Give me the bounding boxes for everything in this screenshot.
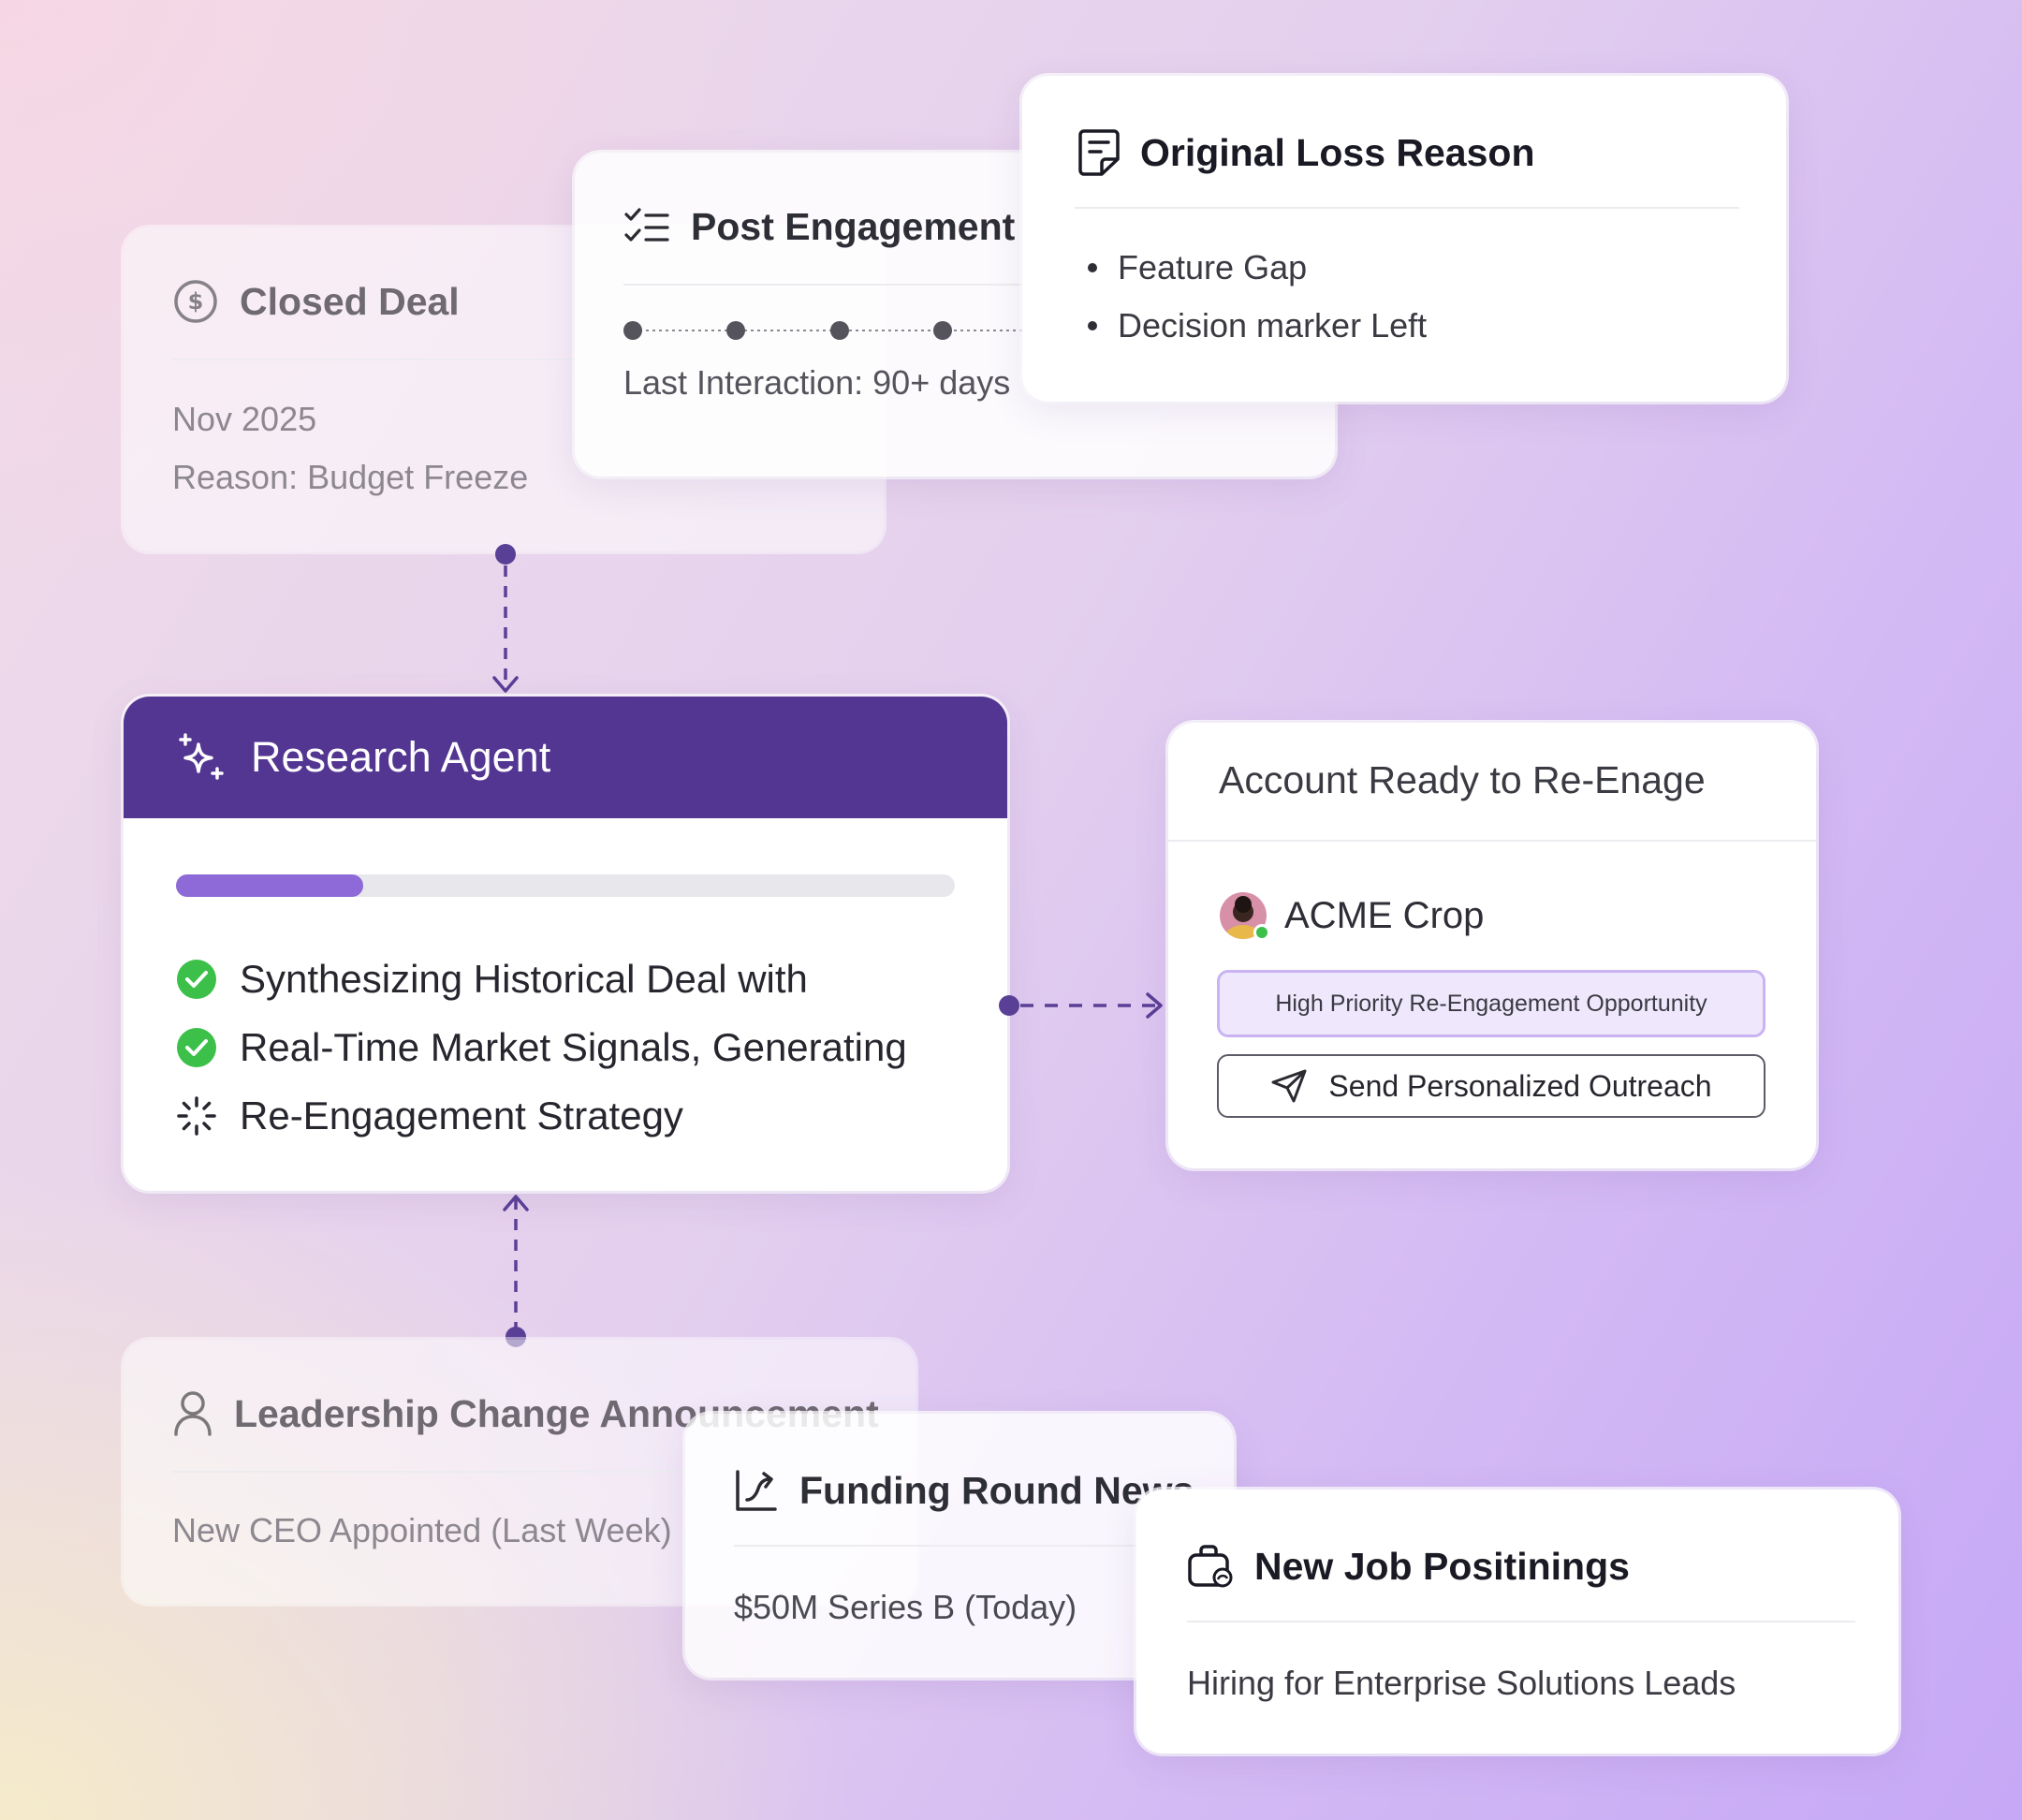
leadership-detail: New CEO Appointed (Last Week) [172,1511,672,1549]
loss-reason-header: Original Loss Reason [1078,128,1535,177]
note-icon [1078,128,1120,177]
jobs-card: New Job Positinings Hiring for Enterpris… [1136,1490,1898,1754]
user-icon [172,1390,213,1437]
research-progress-track [176,874,955,897]
account-divider [1168,840,1816,842]
closed-deal-title: Closed Deal [240,279,460,323]
account-company: ACME Crop [1284,894,1485,936]
timeline-dot [623,321,642,340]
connector-up-arrow [497,1191,535,1359]
loss-reason-text: Feature Gap [1118,248,1308,286]
briefcase-icon [1187,1544,1234,1589]
jobs-divider [1187,1621,1855,1622]
research-step: Re-Engagement Strategy [176,1093,683,1138]
last-interaction-text: Last Interaction: 90+ days [623,363,1011,402]
send-outreach-label: Send Personalized Outreach [1328,1068,1712,1103]
connector-down-arrow [487,541,524,697]
closed-deal-reason: Reason: Budget Freeze [172,458,529,496]
priority-badge: High Priority Re-Engagement Opportunity [1217,970,1766,1037]
jobs-header: New Job Positinings [1187,1544,1630,1589]
jobs-detail: Hiring for Enterprise Solutions Leads [1187,1664,1736,1702]
growth-chart-icon [734,1468,779,1513]
svg-text:$: $ [188,288,204,315]
funding-detail: $50M Series B (Today) [734,1588,1077,1626]
closed-deal-date: Nov 2025 [172,400,317,438]
account-company-row: ACME Crop [1219,891,1485,941]
research-step: Synthesizing Historical Deal with [176,957,808,1002]
send-icon [1270,1068,1308,1104]
loss-reason-item: Feature Gap [1088,248,1307,287]
online-status-icon [1253,924,1270,941]
check-circle-icon [176,1027,217,1068]
timeline-dot [933,321,952,340]
loss-reason-title: Original Loss Reason [1140,130,1535,174]
research-step: Real-Time Market Signals, Generating [176,1025,907,1070]
research-agent-card: Research Agent Synthesizing Historical D… [124,697,1007,1191]
timeline-dot [830,321,849,340]
avatar [1219,891,1270,941]
jobs-title: New Job Positinings [1254,1544,1630,1588]
checklist-icon [623,207,670,248]
research-step-label: Real-Time Market Signals, Generating [240,1025,907,1069]
research-step-label: Re-Engagement Strategy [240,1093,683,1138]
loss-reason-item: Decision marker Left [1088,306,1427,345]
loading-spinner-icon [176,1095,217,1137]
timeline-dot [726,321,745,340]
closed-deal-header: $ Closed Deal [172,278,460,325]
post-engagement-title: Post Engagement [691,205,1016,248]
bullet [1088,321,1097,330]
check-circle-icon [176,959,217,1000]
research-agent-header: Research Agent [124,697,1007,818]
research-agent-title: Research Agent [251,733,551,781]
loss-reason-card: Original Loss Reason Feature Gap Decisio… [1022,76,1786,402]
post-engagement-header: Post Engagement [623,205,1015,249]
account-title: Account Ready to Re-Enage [1219,758,1706,801]
send-outreach-button[interactable]: Send Personalized Outreach [1217,1054,1766,1118]
funding-title: Funding Round News [799,1468,1194,1512]
sparkles-icon [178,733,227,782]
priority-badge-text: High Priority Re-Engagement Opportunity [1275,990,1707,1017]
funding-header: Funding Round News [734,1468,1194,1513]
loss-reason-divider [1075,207,1739,209]
research-step-label: Synthesizing Historical Deal with [240,957,808,1001]
research-progress-fill [176,874,363,897]
bullet [1088,263,1097,272]
loss-reason-text: Decision marker Left [1118,306,1428,345]
connector-right-arrow [996,987,1166,1024]
dollar-circle-icon: $ [172,278,219,325]
account-card: Account Ready to Re-Enage ACME Crop High… [1168,723,1816,1168]
